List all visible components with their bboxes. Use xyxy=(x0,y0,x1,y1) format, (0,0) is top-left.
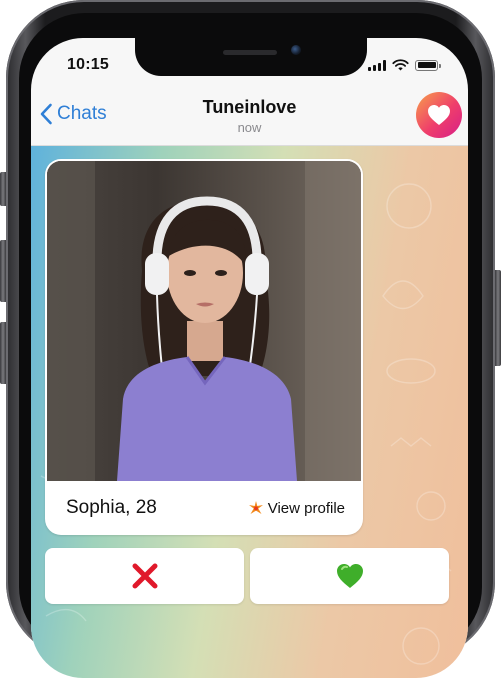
view-profile-link[interactable]: View profile xyxy=(248,499,345,517)
swipe-actions xyxy=(45,548,449,604)
status-bar: 10:15 xyxy=(31,38,468,93)
status-time: 10:15 xyxy=(67,56,109,73)
profile-card-footer: Sophia, 28 View profile xyxy=(45,481,363,535)
view-profile-label: View profile xyxy=(267,499,345,517)
status-icons xyxy=(368,59,441,71)
battery-level xyxy=(417,62,436,68)
chat-header: Chats Tuneinlove now xyxy=(31,92,468,146)
front-camera xyxy=(291,45,301,55)
battery-icon xyxy=(415,59,441,71)
cross-mark-icon xyxy=(132,563,157,589)
chat-title: Tuneinlove xyxy=(202,97,297,117)
bot-avatar[interactable] xyxy=(416,92,462,138)
earpiece-speaker xyxy=(223,50,277,55)
profile-photo-illustration xyxy=(47,161,361,481)
profile-photo[interactable] xyxy=(47,161,361,481)
green-heart-icon xyxy=(336,564,363,588)
sparkle-icon xyxy=(248,501,263,514)
profile-name-age: Sophia, 28 xyxy=(66,497,157,518)
cellular-signal-icon xyxy=(368,59,386,71)
heart-icon xyxy=(428,105,450,125)
device-power-button xyxy=(495,270,501,366)
chat-status: now xyxy=(237,120,262,135)
dislike-button[interactable] xyxy=(45,548,244,604)
notch xyxy=(135,38,367,76)
chat-background: Sophia, 28 View profile xyxy=(31,146,468,678)
profile-card[interactable]: Sophia, 28 View profile xyxy=(45,159,363,535)
chat-title-block: Tuneinlove now xyxy=(31,97,468,135)
phone-screen: 10:15 Chats Tuneinlove now Sophia, 28 Vi… xyxy=(31,38,468,678)
wifi-icon xyxy=(392,59,409,71)
like-button[interactable] xyxy=(250,548,449,604)
